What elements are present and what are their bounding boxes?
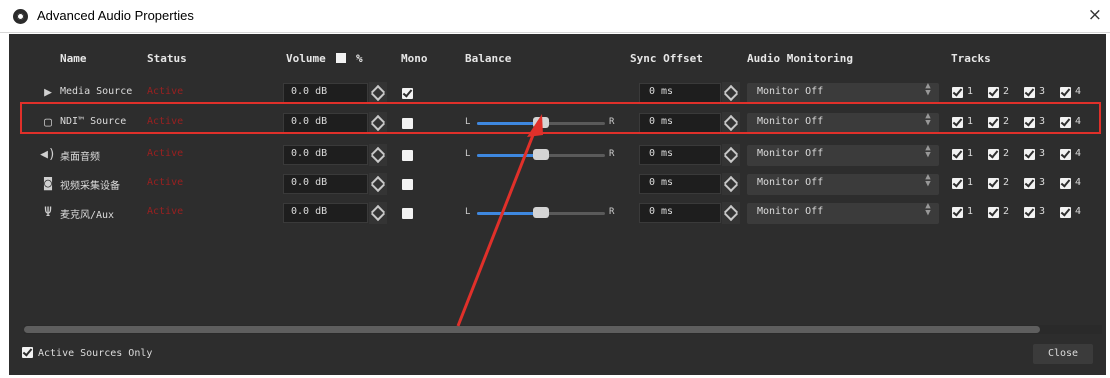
- audio-monitoring-value: Monitor Off: [757, 86, 824, 97]
- play-icon: ▶: [44, 85, 52, 100]
- volume-value: 0.0 dB: [291, 86, 328, 97]
- volume-value: 0.0 dB: [291, 148, 328, 159]
- sync-offset-spinner[interactable]: [722, 202, 740, 224]
- balance-left-label: L: [465, 207, 471, 217]
- balance-slider-handle[interactable]: [533, 149, 549, 160]
- track-number: 2: [1003, 148, 1010, 159]
- track-number: 3: [1039, 148, 1046, 159]
- source-status: Active: [147, 206, 184, 217]
- track-number: 3: [1039, 177, 1046, 188]
- dropdown-arrow-icon: ▲ ▼: [925, 172, 931, 189]
- obs-logo-icon: [13, 9, 28, 24]
- volume-value: 0.0 dB: [291, 206, 328, 217]
- track-number: 1: [967, 86, 974, 97]
- source-row[interactable]: ◙ 视频采集设备 Active 0.0 dB 0 ms Monitor Off ▲ ▼ 1 2 3 4: [9, 170, 1106, 198]
- header-balance: Balance: [465, 52, 512, 65]
- mono-checkbox[interactable]: [402, 208, 413, 219]
- window-title: Advanced Audio Properties: [37, 8, 194, 23]
- header-volume-unit: %: [356, 52, 363, 65]
- header-mono: Mono: [401, 52, 428, 65]
- track-number: 1: [967, 177, 974, 188]
- volume-spinner[interactable]: [369, 202, 387, 224]
- close-button[interactable]: Close: [1033, 344, 1093, 364]
- horizontal-scrollbar[interactable]: [24, 325, 1102, 334]
- dropdown-arrow-icon: ▲ ▼: [925, 201, 931, 218]
- balance-right-label: R: [609, 207, 615, 217]
- source-name: 桌面音频: [60, 152, 100, 163]
- volume-value: 0.0 dB: [291, 177, 328, 188]
- track-number: 3: [1039, 86, 1046, 97]
- audio-monitoring-value: Monitor Off: [757, 148, 824, 159]
- volume-spinner[interactable]: [369, 144, 387, 166]
- audio-properties-panel: Name Status Volume % Mono Balance Sync O…: [9, 34, 1106, 375]
- track-number: 2: [1003, 206, 1010, 217]
- sync-offset-value: 0 ms: [649, 86, 674, 97]
- balance-slider[interactable]: [477, 207, 605, 218]
- header-status: Status: [147, 52, 187, 65]
- sync-offset-spinner[interactable]: [722, 82, 740, 104]
- track-number: 1: [967, 206, 974, 217]
- speaker-icon: ◀): [40, 147, 56, 162]
- title-bar: Advanced Audio Properties ×: [0, 0, 1110, 33]
- close-icon[interactable]: ×: [1088, 5, 1102, 25]
- mono-checkbox[interactable]: [402, 88, 413, 99]
- sync-offset-spinner[interactable]: [722, 144, 740, 166]
- dropdown-arrow-icon: ▲ ▼: [925, 143, 931, 160]
- source-name: 麦克风/Aux: [60, 210, 115, 221]
- source-name: Media Source: [60, 86, 133, 97]
- source-status: Active: [147, 86, 184, 97]
- volume-spinner[interactable]: [369, 173, 387, 195]
- track-number: 4: [1075, 148, 1082, 159]
- active-sources-only-checkbox[interactable]: [22, 347, 33, 358]
- header-tracks: Tracks: [951, 52, 991, 65]
- balance-right-label: R: [609, 149, 615, 159]
- track-number: 2: [1003, 86, 1010, 97]
- sync-offset-value: 0 ms: [649, 148, 674, 159]
- track-number: 4: [1075, 177, 1082, 188]
- track-number: 4: [1075, 206, 1082, 217]
- mono-checkbox[interactable]: [402, 150, 413, 161]
- header-volume: Volume %: [286, 52, 363, 65]
- balance-slider-handle[interactable]: [533, 207, 549, 218]
- source-status: Active: [147, 177, 184, 188]
- volume-spinner[interactable]: [369, 82, 387, 104]
- source-row[interactable]: ◀) 桌面音频 Active 0.0 dB L R 0 ms Monitor Off ▲ ▼ 1 2 3…: [9, 141, 1106, 169]
- audio-monitoring-value: Monitor Off: [757, 177, 824, 188]
- sync-offset-value: 0 ms: [649, 177, 674, 188]
- sync-offset-value: 0 ms: [649, 206, 674, 217]
- source-name: 视频采集设备: [60, 181, 120, 192]
- active-sources-only-label: Active Sources Only: [38, 348, 153, 359]
- track-number: 4: [1075, 86, 1082, 97]
- track-number: 3: [1039, 206, 1046, 217]
- balance-left-label: L: [465, 149, 471, 159]
- header-sync-offset: Sync Offset: [630, 52, 703, 65]
- header-audio-monitoring: Audio Monitoring: [747, 52, 853, 65]
- source-row[interactable]: Ψ 麦克风/Aux Active 0.0 dB L R 0 ms Monitor Off ▲ ▼ 1…: [9, 199, 1106, 227]
- microphone-icon: Ψ: [44, 205, 52, 220]
- scrollbar-thumb[interactable]: [24, 326, 1040, 333]
- header-name: Name: [60, 52, 87, 65]
- annotation-highlight-box: [20, 102, 1101, 134]
- dropdown-arrow-icon: ▲ ▼: [925, 81, 931, 98]
- track-number: 1: [967, 148, 974, 159]
- camera-icon: ◙: [44, 176, 52, 191]
- volume-percent-checkbox[interactable]: [336, 53, 347, 63]
- sync-offset-spinner[interactable]: [722, 173, 740, 195]
- source-status: Active: [147, 148, 184, 159]
- balance-slider[interactable]: [477, 149, 605, 160]
- mono-checkbox[interactable]: [402, 179, 413, 190]
- audio-monitoring-value: Monitor Off: [757, 206, 824, 217]
- header-volume-label: Volume: [286, 52, 326, 65]
- track-number: 2: [1003, 177, 1010, 188]
